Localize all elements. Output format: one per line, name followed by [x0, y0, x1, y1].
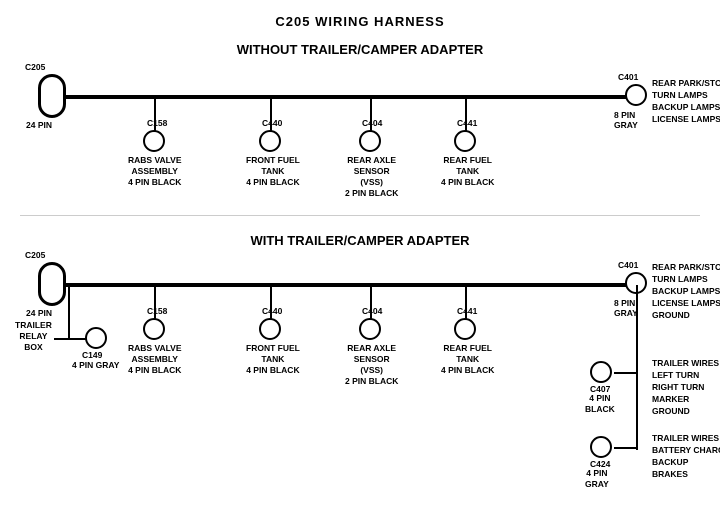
s2-c424: [590, 436, 612, 458]
s1-c158-id: C158: [147, 118, 167, 129]
s2-24pin-label: 24 PIN: [26, 308, 52, 319]
s2-c440-id: C440: [262, 306, 282, 317]
s2-c401-label: C401: [618, 260, 638, 271]
s1-c440-desc: FRONT FUELTANK4 PIN BLACK: [246, 155, 300, 188]
s2-c440: [259, 318, 281, 340]
s2-c158-desc: RABS VALVEASSEMBLY4 PIN BLACK: [128, 343, 182, 376]
s1-c440: [259, 130, 281, 152]
s1-right-desc: REAR PARK/STOPTURN LAMPSBACKUP LAMPSLICE…: [652, 78, 720, 126]
s1-c158-desc: RABS VALVEASSEMBLY4 PIN BLACK: [128, 155, 182, 188]
s1-c205-label: C205: [25, 62, 45, 73]
s2-c404-id: C404: [362, 306, 382, 317]
s2-left-connector: [38, 262, 66, 306]
s2-c441-id: C441: [457, 306, 477, 317]
s2-c404: [359, 318, 381, 340]
s2-relay-label: TRAILERRELAYBOX: [15, 320, 52, 353]
s2-relay-vline: [68, 285, 70, 340]
s1-c441: [454, 130, 476, 152]
diagram: C205 WIRING HARNESS WITHOUT TRAILER/CAMP…: [0, 0, 720, 500]
s2-right-branch-vline: [636, 285, 638, 450]
s2-relay-hline: [54, 338, 89, 340]
s2-c407: [590, 361, 612, 383]
section1-label: WITHOUT TRAILER/CAMPER ADAPTER: [140, 42, 580, 59]
s1-c441-id: C441: [457, 118, 477, 129]
section1-hline: [52, 95, 636, 99]
s1-c404-id: C404: [362, 118, 382, 129]
s2-c441-desc: REAR FUELTANK4 PIN BLACK: [441, 343, 494, 376]
s1-c404: [359, 130, 381, 152]
s1-c404-desc: REAR AXLESENSOR(VSS)2 PIN BLACK: [345, 155, 398, 199]
s2-c424-hline: [614, 447, 638, 449]
s2-c441: [454, 318, 476, 340]
s2-gray-label: GRAY: [614, 308, 638, 319]
s2-c424-pin: 4 PINGRAY: [585, 468, 609, 490]
s2-c407-desc: TRAILER WIRESLEFT TURNRIGHT TURNMARKERGR…: [652, 358, 719, 417]
s2-c149-pin: 4 PIN GRAY: [72, 360, 119, 371]
s1-c158: [143, 130, 165, 152]
s2-c149: [85, 327, 107, 349]
s1-right-connector: [625, 84, 647, 106]
s2-c158: [143, 318, 165, 340]
s2-c407-pin: 4 PINBLACK: [585, 393, 615, 415]
s1-24pin-label: 24 PIN: [26, 120, 52, 131]
s1-gray-label: GRAY: [614, 120, 638, 131]
divider: [20, 215, 700, 216]
s1-left-connector: [38, 74, 66, 118]
page-title: C205 WIRING HARNESS: [0, 6, 720, 29]
s2-right-desc: REAR PARK/STOPTURN LAMPSBACKUP LAMPSLICE…: [652, 262, 720, 321]
s2-c205-label: C205: [25, 250, 45, 261]
s1-c401-label: C401: [618, 72, 638, 83]
s2-c424-desc: TRAILER WIRESBATTERY CHARGEBACKUPBRAKES: [652, 433, 720, 481]
section2-label: WITH TRAILER/CAMPER ADAPTER: [140, 233, 580, 250]
s1-c440-id: C440: [262, 118, 282, 129]
s2-c440-desc: FRONT FUELTANK4 PIN BLACK: [246, 343, 300, 376]
s2-c404-desc: REAR AXLESENSOR(VSS)2 PIN BLACK: [345, 343, 398, 387]
s2-c407-hline: [614, 372, 638, 374]
section2-hline: [52, 283, 636, 287]
s2-c158-id: C158: [147, 306, 167, 317]
s1-c441-desc: REAR FUELTANK4 PIN BLACK: [441, 155, 494, 188]
